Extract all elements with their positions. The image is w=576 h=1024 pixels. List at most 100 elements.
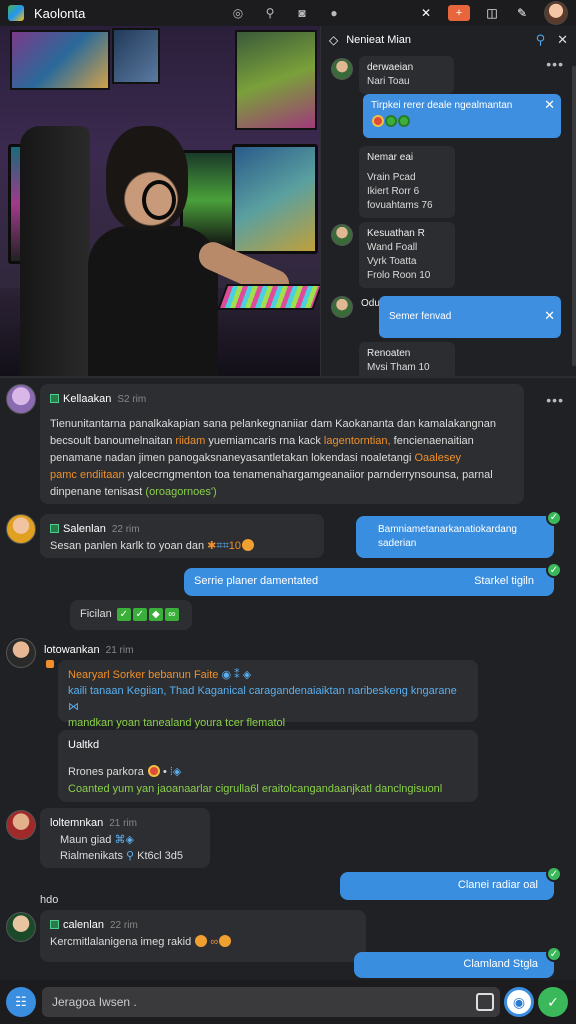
message-text: Vyrk Toatta <box>367 256 417 267</box>
user-avatar[interactable] <box>544 1 568 25</box>
more-options-icon[interactable]: ••• <box>546 392 564 408</box>
sender-name: loltemnkan <box>50 817 104 829</box>
diamond-icon: ◇ <box>329 33 339 47</box>
message-text: Coanted yum yan jaoanaarlar cigrulla6l e… <box>68 783 443 795</box>
message-composer: ☷ Jeragoa Iwsen . ◉ ✓ <box>0 980 576 1024</box>
message-text: Sesan panlen karlk to yoan dan ✱⌗⌗10 <box>50 538 314 555</box>
message-title: Nemar eai <box>367 152 414 163</box>
message-text: Mvsi Tham 10 <box>367 362 430 373</box>
emoji-icon <box>195 935 208 947</box>
wall-poster <box>235 30 317 130</box>
own-message: Clanei radiar oal ✓ <box>340 866 562 900</box>
input-placeholder: Jeragoa Iwsen . <box>52 995 137 1009</box>
emoji-icon <box>147 765 160 777</box>
scrollbar[interactable] <box>572 66 576 366</box>
message-text: Tirpkei rerer deale ngealmantan <box>371 100 513 111</box>
gamer-photo <box>0 26 320 376</box>
message-text: Nearyarl Sorker bebanun Faite ◉ ⁑ ◈ <box>68 669 252 681</box>
settings-icon[interactable]: ◎ <box>230 5 246 21</box>
message-text: Rrones parkora • ⁞◈ <box>68 765 182 778</box>
dot-icon[interactable]: ● <box>326 5 342 21</box>
own-message: Bamniametanarkanatiokardang saderian ✓ <box>356 510 562 558</box>
avatar[interactable] <box>331 58 353 80</box>
read-check-icon: ✓ <box>546 510 562 526</box>
side-panel-title: Nenieat Mian <box>346 34 412 46</box>
message-text: becsoult banoumelnaitan riidam yuemiamca… <box>50 435 474 447</box>
avatar[interactable] <box>6 810 36 840</box>
message-bubble: Ualtkd Rrones parkora • ⁞◈ Coanted yum y… <box>58 730 478 802</box>
sender-name: derwaeian <box>367 62 414 73</box>
avatar[interactable] <box>6 514 36 544</box>
message-bubble: Kellaakan S2 rim Tienunitantarna panalkak… <box>40 384 524 504</box>
check-icon: ✓ <box>132 608 147 621</box>
message-text: dinpenane tenisast (oroagornoes') <box>50 486 217 498</box>
read-check-icon: ✓ <box>546 562 562 578</box>
read-check-icon: ✓ <box>546 866 562 882</box>
timestamp: 22 rim <box>111 524 140 535</box>
app-title: Kaolonta <box>34 5 86 21</box>
close-icon[interactable]: ✕ <box>557 32 568 48</box>
close-icon[interactable]: ✕ <box>418 5 434 21</box>
role-icon <box>50 524 59 533</box>
timestamp: S2 rim <box>117 394 147 405</box>
side-message: Nemar eai Vrain Pcad Ikiert Rorr 6 fovua… <box>359 146 455 218</box>
sender-name: Kellaakan <box>63 393 112 405</box>
message-bubble: Nearyarl Sorker bebanun Faite ◉ ⁑ ◈ kail… <box>58 660 478 729</box>
message-bubble: calenlan 22 rim Kercmitlalanigena imeg ra… <box>40 910 366 962</box>
side-message-own: Tirpkei rerer deale ngealmantan ✕ <box>363 94 561 138</box>
message-text: Bamniametanarkanatiokardang saderian <box>378 524 517 549</box>
role-icon <box>50 394 59 403</box>
menu-icon[interactable]: ☷ <box>6 987 36 1017</box>
message-text: Clamland Stgla <box>463 958 538 970</box>
avatar[interactable] <box>6 384 36 414</box>
panel-icon[interactable]: ◫ <box>484 5 500 21</box>
pen-icon[interactable]: ✎ <box>514 5 530 21</box>
sticker-icon[interactable] <box>476 993 494 1011</box>
sender-name: Kesuathan R <box>367 228 425 239</box>
own-message: Clamland Stgla ✓ <box>354 946 562 978</box>
message-text: penamane nadan jimen panogaksnaneyasantl… <box>50 452 461 464</box>
camera-icon[interactable]: ◉ <box>504 987 534 1017</box>
sender-header: lotowankan 21 rim <box>44 642 133 656</box>
monitor <box>232 144 318 254</box>
message-text: Ikiert Rorr 6 <box>367 186 420 197</box>
avatar[interactable] <box>331 224 353 246</box>
message-title: Ualtkd <box>68 739 100 751</box>
message-text: Kercmitlalanigena imeg rakid ∞ <box>50 934 356 951</box>
message-text: fovuahtams 76 <box>367 200 433 211</box>
message-text: pamc endiitaan yalcecrngmenton toa tenam… <box>50 469 493 481</box>
side-message: Renoaten Mvsi Tham 10 <box>359 342 455 380</box>
sender-name: lotowankan <box>44 644 100 656</box>
wall-poster <box>112 28 160 84</box>
message-text: Maun giad ⌘◈ <box>60 834 134 846</box>
message-text: Tienunitantarna panalkakapian sana pelan… <box>50 418 497 430</box>
gaming-chair <box>20 126 90 376</box>
pin-icon[interactable]: ⚲ <box>536 32 546 48</box>
reply-icon <box>46 660 54 668</box>
close-icon[interactable]: ✕ <box>544 98 555 112</box>
avatar[interactable] <box>6 912 36 942</box>
emoji-icon <box>242 539 255 551</box>
message-input[interactable]: Jeragoa Iwsen . <box>42 987 500 1017</box>
side-chat-panel: ◇ Nenieat Mian ⚲ ✕ ••• derwaeian Nari To… <box>320 26 576 380</box>
message-bubble: loltemnkan 21 rim Maun giad ⌘◈ Rialmenika… <box>40 808 210 868</box>
close-icon[interactable]: ✕ <box>544 300 555 332</box>
send-icon[interactable]: ✓ <box>538 987 568 1017</box>
search-icon[interactable]: ⚲ <box>262 5 278 21</box>
check-icon: ✓ <box>116 608 131 621</box>
headphones-icon <box>142 180 176 220</box>
more-options-icon[interactable]: ••• <box>546 56 564 72</box>
avatar[interactable] <box>6 638 36 668</box>
avatar[interactable] <box>331 296 353 318</box>
message-text: Rialmenikats ⚲ Kt6cl 3d5 <box>60 850 184 862</box>
link-icon: ∞ <box>164 608 179 621</box>
sender-name: Salenlan <box>63 523 106 535</box>
add-badge-button[interactable]: + <box>448 5 470 21</box>
message-bubble: Ficilan ✓ ✓ ◆ ∞ <box>70 600 192 630</box>
sender-name: calenlan <box>63 919 104 931</box>
side-message: Kesuathan R Wand Foall Vyrk Toatta Frolo… <box>359 222 455 288</box>
sender-name: Renoaten <box>367 348 411 359</box>
chat-icon[interactable]: ◙ <box>294 5 310 21</box>
message-text: kaili tanaan Kegiian, Thad Kaganical car… <box>68 685 457 713</box>
keyboard <box>217 284 320 310</box>
